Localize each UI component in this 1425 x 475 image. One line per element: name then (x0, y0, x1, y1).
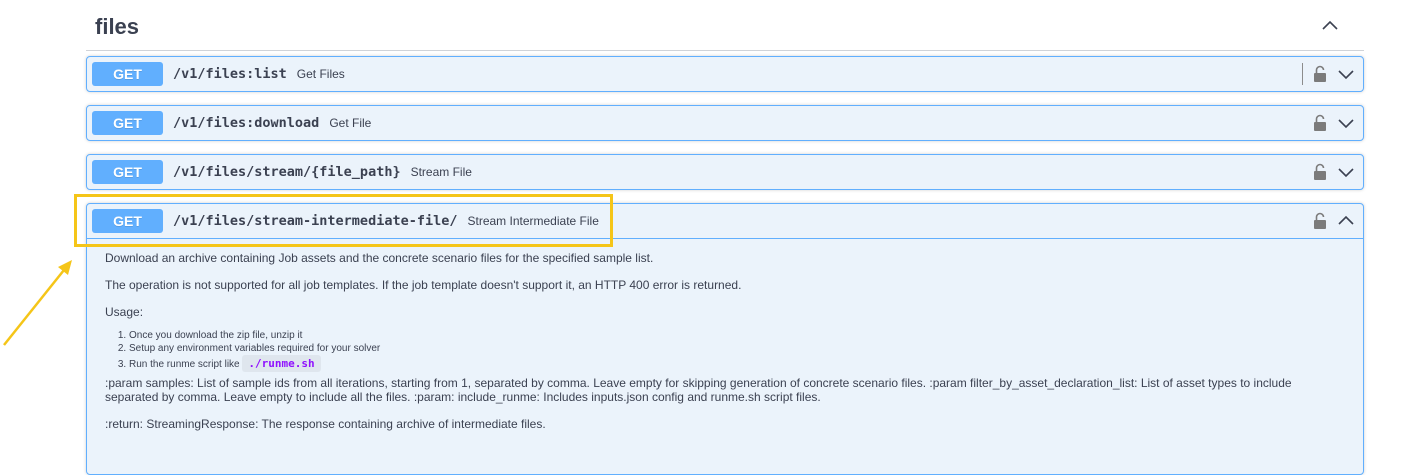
method-badge: GET (92, 62, 163, 86)
chevron-up-icon[interactable] (1337, 212, 1355, 230)
code-snippet: ./runme.sh (242, 355, 321, 372)
chevron-down-icon[interactable] (1337, 114, 1355, 132)
operation-files-list[interactable]: GET /v1/files:list Get Files (86, 56, 1364, 92)
operation-path: /v1/files/stream/{file_path} (173, 164, 401, 180)
lock-icon[interactable] (1313, 65, 1327, 83)
chevron-down-icon[interactable] (1337, 65, 1355, 83)
lock-icon[interactable] (1313, 114, 1327, 132)
description-paragraph: The operation is not supported for all j… (105, 278, 742, 292)
operation-description-body: Download an archive containing Job asset… (87, 239, 1363, 431)
operation-path: /v1/files:download (173, 115, 320, 131)
method-badge: GET (92, 111, 163, 135)
returns-paragraph: :return: StreamingResponse: The response… (105, 417, 546, 431)
section-title: files (95, 14, 140, 39)
step-text: Run the runme script like (129, 359, 240, 370)
operation-path: /v1/files:list (173, 66, 287, 82)
description-paragraph: Download an archive containing Job asset… (105, 251, 654, 265)
chevron-up-icon[interactable] (1320, 16, 1340, 36)
method-badge: GET (92, 160, 163, 184)
chevron-down-icon[interactable] (1337, 163, 1355, 181)
operation-description: Stream Intermediate File (467, 214, 599, 228)
operation-summary[interactable]: GET /v1/files:list Get Files (87, 57, 1363, 91)
operation-stream-intermediate-file[interactable]: GET /v1/files/stream-intermediate-file/ … (86, 203, 1364, 475)
operation-path: /v1/files/stream-intermediate-file/ (173, 213, 458, 229)
operation-summary[interactable]: GET /v1/files:download Get File (87, 106, 1363, 140)
arrow-annotation-icon (3, 260, 72, 346)
operation-description: Get Files (296, 67, 345, 81)
operation-description: Stream File (410, 165, 472, 179)
list-item: Once you download the zip file, unzip it (129, 329, 1345, 342)
method-badge: GET (92, 209, 163, 233)
operation-description: Get File (329, 116, 372, 130)
operation-summary[interactable]: GET /v1/files/stream-intermediate-file/ … (87, 204, 1363, 239)
operation-files-stream[interactable]: GET /v1/files/stream/{file_path} Stream … (86, 154, 1364, 190)
operation-summary[interactable]: GET /v1/files/stream/{file_path} Stream … (87, 155, 1363, 189)
operation-files-download[interactable]: GET /v1/files:download Get File (86, 105, 1364, 141)
usage-steps: Once you download the zip file, unzip it… (105, 329, 1345, 372)
lock-icon[interactable] (1313, 212, 1327, 230)
list-item: Setup any environment variables required… (129, 342, 1345, 355)
lock-icon[interactable] (1313, 163, 1327, 181)
params-paragraph: :param samples: List of sample ids from … (105, 376, 1292, 404)
list-item: Run the runme script like ./runme.sh (129, 355, 1345, 372)
files-section-header[interactable]: files (86, 0, 1364, 51)
divider (1302, 63, 1303, 85)
usage-label: Usage: (105, 305, 144, 319)
